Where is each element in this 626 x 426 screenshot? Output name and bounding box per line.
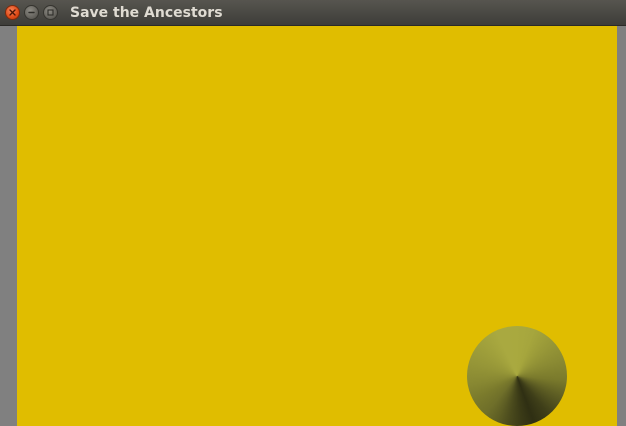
title-bar[interactable]: Save the Ancestors [0, 0, 626, 26]
maximize-button[interactable] [43, 5, 58, 20]
game-canvas[interactable] [17, 26, 617, 426]
close-button[interactable] [5, 5, 20, 20]
window-title: Save the Ancestors [70, 5, 223, 21]
minimize-button[interactable] [24, 5, 39, 20]
close-icon [9, 9, 16, 16]
maximize-icon [47, 9, 54, 16]
minimize-icon [28, 11, 35, 14]
app-window: Save the Ancestors [0, 0, 626, 426]
cone-object [467, 326, 567, 426]
